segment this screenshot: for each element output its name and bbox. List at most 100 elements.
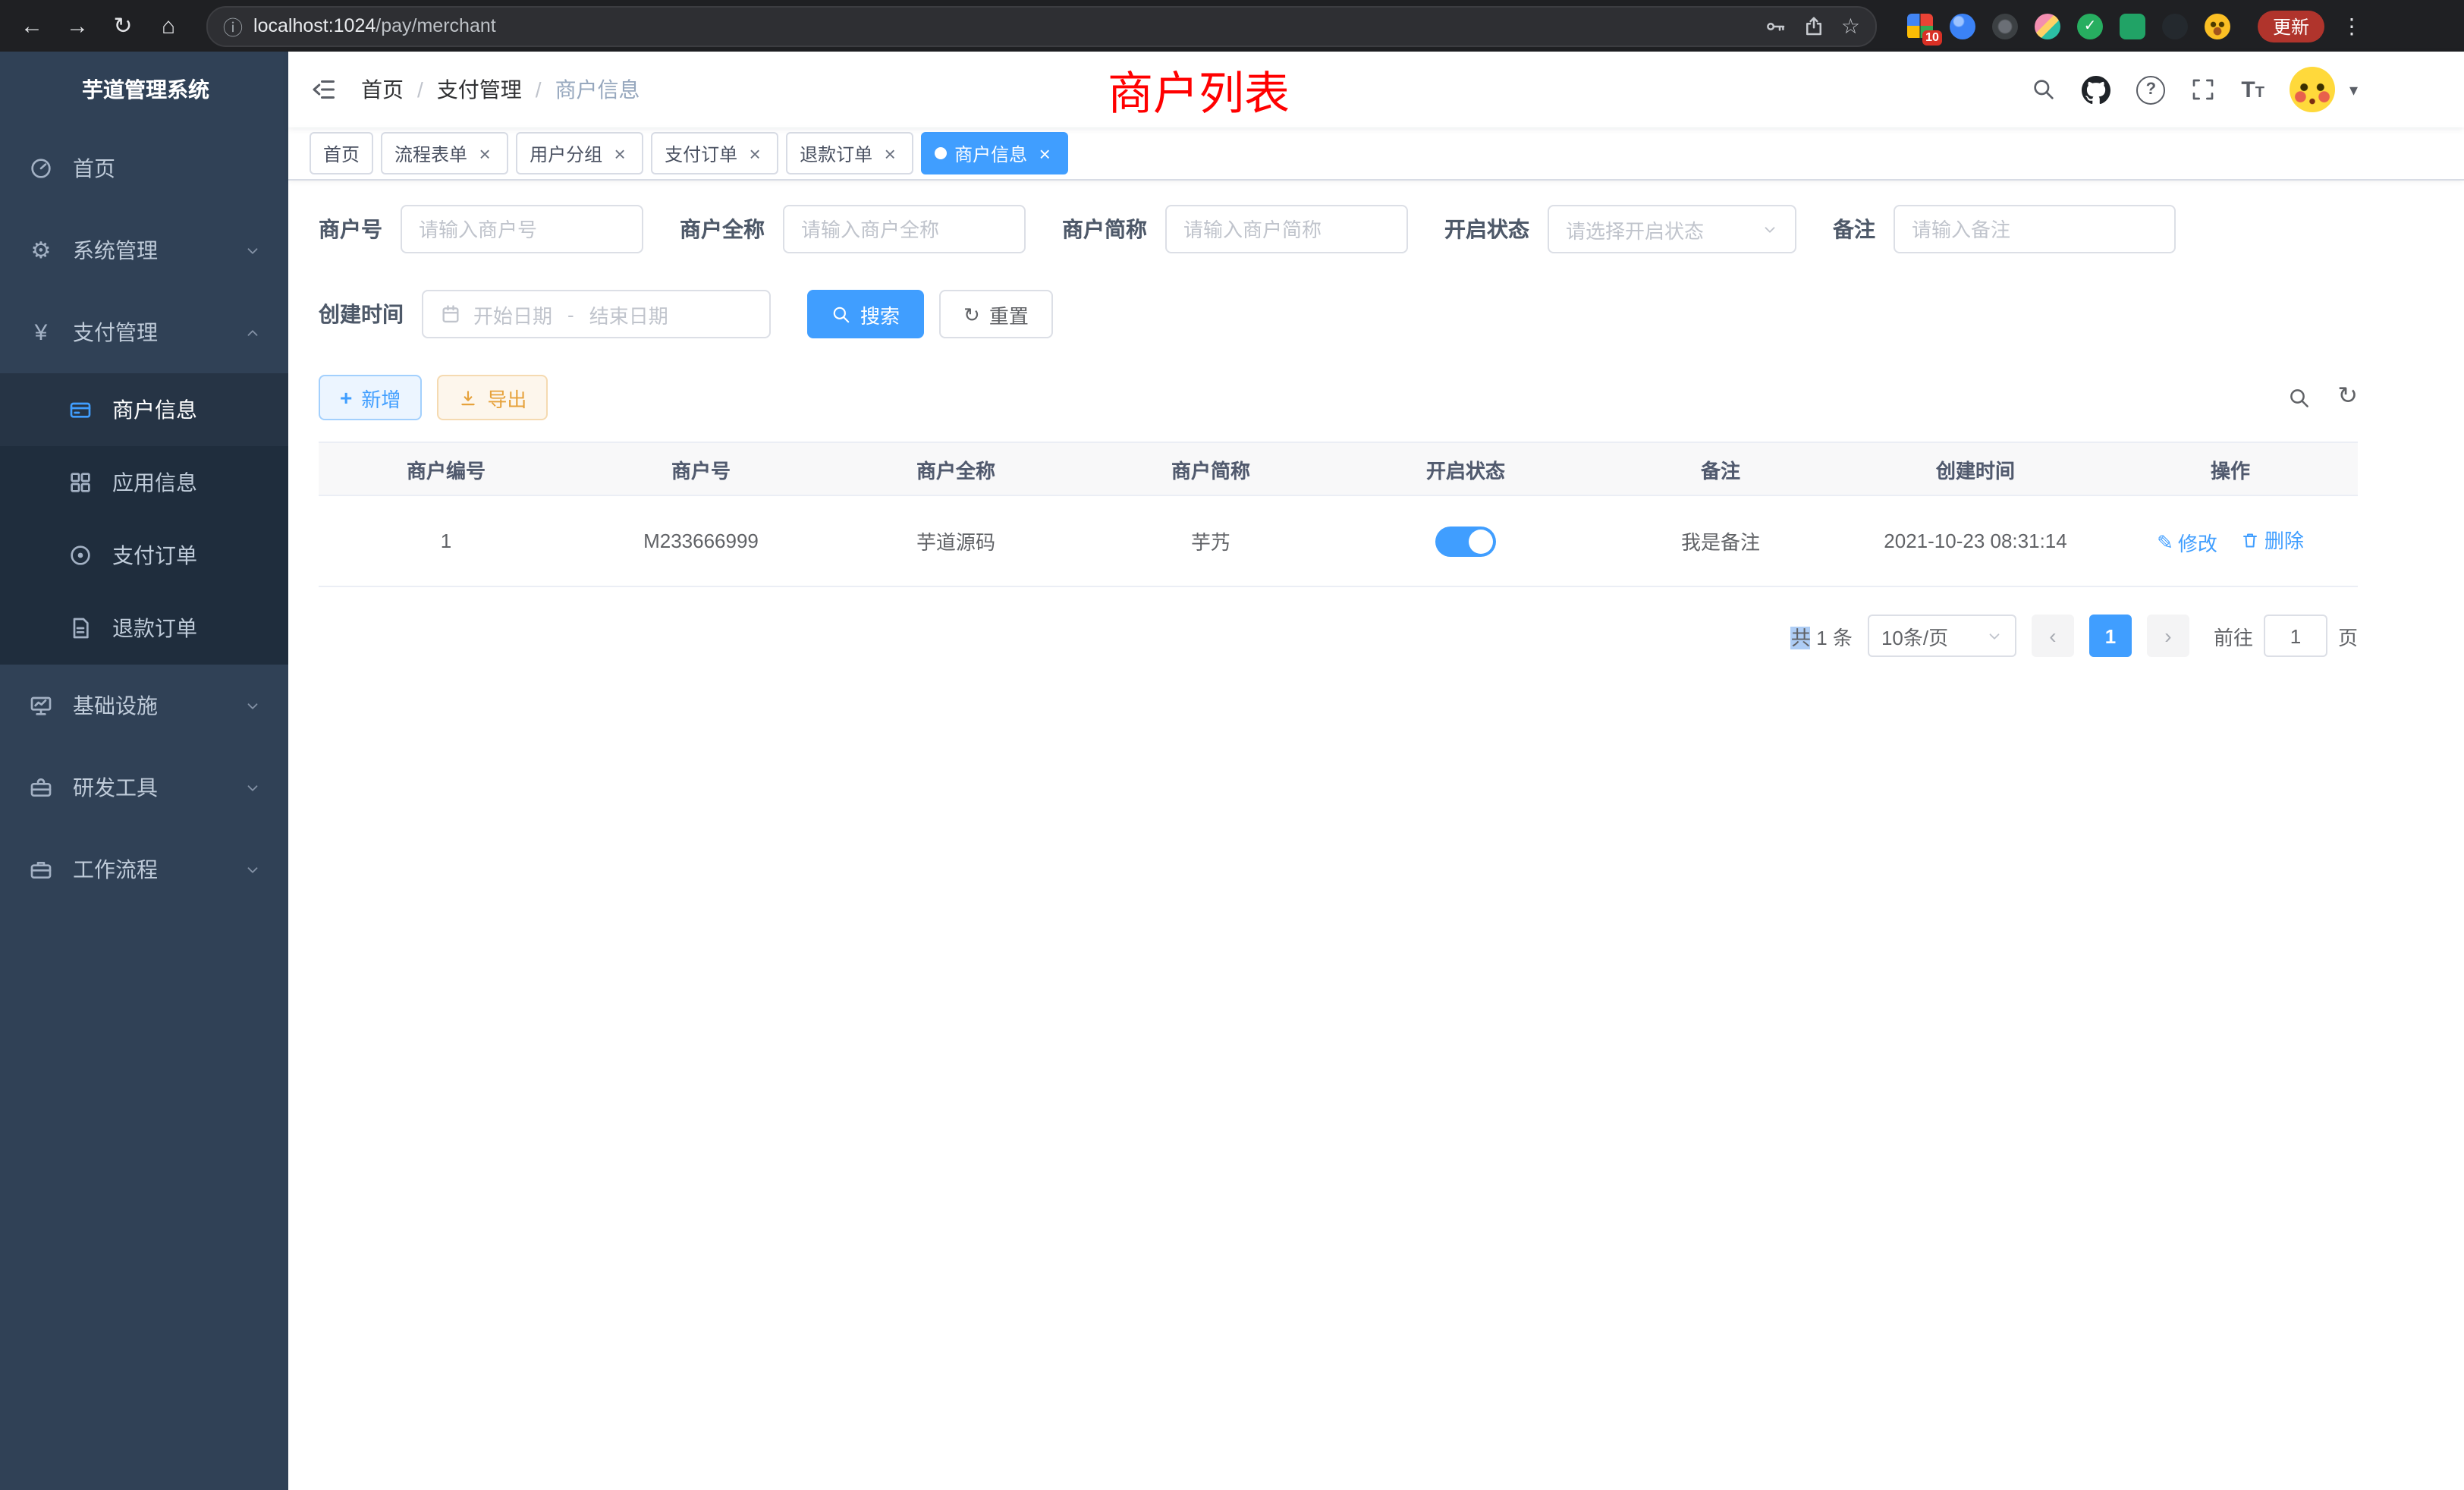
extension-emoji-icon[interactable] (2205, 13, 2230, 39)
extension-git-icon[interactable] (2162, 13, 2188, 39)
breadcrumb-current: 商户信息 (555, 74, 640, 105)
sidebar-item-app-info[interactable]: 应用信息 (0, 446, 288, 519)
page-size-select[interactable]: 10条/页 (1868, 615, 2016, 657)
document-icon (67, 616, 94, 640)
close-icon[interactable]: × (475, 143, 495, 163)
next-page-button[interactable]: › (2147, 615, 2189, 657)
dashboard-icon (27, 156, 55, 181)
sidebar-item-payment[interactable]: ¥ 支付管理 (0, 291, 288, 373)
sidebar-item-label: 研发工具 (73, 772, 158, 803)
remark-input[interactable] (1894, 205, 2176, 253)
status-toggle[interactable] (1435, 526, 1496, 556)
short-name-input[interactable] (1165, 205, 1408, 253)
reset-button[interactable]: ↻ 重置 (939, 290, 1053, 338)
tab-merchant-info[interactable]: 商户信息× (921, 132, 1068, 174)
cell-full-name: 芋道源码 (828, 495, 1083, 586)
top-navbar: 首页 / 支付管理 / 商户信息 商户列表 ? TT ▾ (288, 52, 2464, 127)
goto-page-input[interactable] (2264, 615, 2327, 657)
sidebar-item-pay-orders[interactable]: 支付订单 (0, 519, 288, 592)
prev-page-button[interactable]: ‹ (2032, 615, 2074, 657)
search-button[interactable]: 搜索 (807, 290, 924, 338)
status-select[interactable]: 请选择开启状态 (1548, 205, 1796, 253)
breadcrumb-payment[interactable]: 支付管理 (437, 74, 522, 105)
hamburger-icon[interactable] (310, 76, 337, 103)
close-icon[interactable]: × (745, 143, 765, 163)
col-short-name: 商户简称 (1083, 442, 1338, 495)
sidebar-item-dev-tools[interactable]: 研发工具 (0, 747, 288, 828)
export-button[interactable]: 导出 (437, 375, 548, 420)
sidebar-item-label: 商户信息 (112, 395, 197, 425)
extension-dark-icon[interactable] (1992, 13, 2018, 39)
github-icon[interactable] (2082, 75, 2110, 104)
browser-chrome: ← → ↻ ⌂ ⓘ localhost:1024/pay/merchant ☆ … (0, 0, 2464, 52)
breadcrumb-home[interactable]: 首页 (361, 74, 404, 105)
sidebar-item-refund-orders[interactable]: 退款订单 (0, 592, 288, 665)
tab-process-form[interactable]: 流程表单× (381, 132, 508, 174)
browser-reload-icon[interactable]: ↻ (103, 6, 143, 46)
filter-full-name: 商户全称 (680, 205, 1026, 253)
fullscreen-icon[interactable] (2191, 77, 2215, 102)
tab-user-group[interactable]: 用户分组× (516, 132, 643, 174)
sidebar-item-workflow[interactable]: 工作流程 (0, 828, 288, 910)
close-icon[interactable]: × (1035, 143, 1054, 163)
show-search-icon[interactable] (2287, 386, 2310, 409)
sidebar-item-label: 首页 (73, 153, 115, 184)
date-range-picker[interactable]: 开始日期 - 结束日期 (422, 290, 771, 338)
tab-pay-orders[interactable]: 支付订单× (651, 132, 778, 174)
active-dot (935, 147, 947, 159)
help-icon[interactable]: ? (2136, 75, 2165, 104)
tab-refund-orders[interactable]: 退款订单× (786, 132, 913, 174)
refresh-table-icon[interactable]: ↻ (2337, 385, 2358, 410)
pagination: 共 1 条 10条/页 ‹ 1 › 前往 页 (319, 615, 2358, 657)
table-row: 1 M233666999 芋道源码 芋艿 我是备注 2021-10-23 08:… (319, 495, 2358, 586)
cell-remark: 我是备注 (1593, 495, 1848, 586)
add-button[interactable]: + 新增 (319, 375, 422, 420)
navbar-actions: ? TT ▾ (2032, 67, 2358, 112)
password-key-icon[interactable] (1765, 14, 1788, 37)
search-icon[interactable] (2032, 77, 2056, 102)
sidebar-item-system[interactable]: ⚙ 系统管理 (0, 209, 288, 291)
browser-back-icon[interactable]: ← (12, 6, 52, 46)
tab-home[interactable]: 首页 (310, 132, 373, 174)
bookmark-star-icon[interactable]: ☆ (1841, 13, 1860, 39)
edit-link[interactable]: ✎修改 (2157, 528, 2217, 557)
delete-link[interactable]: 删除 (2242, 525, 2304, 554)
chevron-down-icon (244, 242, 261, 259)
font-size-icon[interactable]: TT (2241, 77, 2264, 102)
sidebar-item-merchant-info[interactable]: 商户信息 (0, 373, 288, 446)
extension-drop-icon[interactable] (1950, 13, 1975, 39)
main-content: 首页 / 支付管理 / 商户信息 商户列表 ? TT ▾ (288, 52, 2464, 1490)
sidebar-item-infrastructure[interactable]: 基础设施 (0, 665, 288, 747)
url-text: localhost:1024/pay/merchant (253, 15, 496, 36)
chevron-down-icon (1986, 627, 2003, 644)
chevron-down-icon (244, 697, 261, 714)
filter-merchant-no: 商户号 (319, 205, 643, 253)
cell-short-name: 芋艿 (1083, 495, 1338, 586)
col-status: 开启状态 (1338, 442, 1593, 495)
filter-label: 商户简称 (1062, 214, 1147, 244)
full-name-input[interactable] (783, 205, 1026, 253)
extension-grid-icon[interactable]: 10 (1907, 13, 1933, 39)
browser-update-button[interactable]: 更新 (2258, 10, 2324, 42)
browser-forward-icon[interactable]: → (58, 6, 97, 46)
plus-icon: + (340, 385, 352, 410)
address-bar[interactable]: ⓘ localhost:1024/pay/merchant ☆ (206, 5, 1877, 46)
date-start-placeholder: 开始日期 (473, 300, 552, 328)
extension-avatar-icon[interactable] (2035, 13, 2060, 39)
browser-home-icon[interactable]: ⌂ (149, 6, 188, 46)
screen: ← → ↻ ⌂ ⓘ localhost:1024/pay/merchant ☆ … (0, 0, 2464, 1490)
close-icon[interactable]: × (610, 143, 630, 163)
sidebar-logo[interactable]: 芋道管理系统 (0, 52, 288, 127)
gear-icon: ⚙ (27, 239, 55, 262)
site-info-icon[interactable]: ⓘ (223, 11, 243, 40)
extension-note-icon[interactable] (2120, 13, 2145, 39)
user-avatar[interactable] (2290, 67, 2336, 112)
extension-check-icon[interactable]: ✓ (2077, 13, 2103, 39)
page-number-1[interactable]: 1 (2089, 615, 2132, 657)
avatar-caret-icon[interactable]: ▾ (2349, 80, 2358, 99)
share-icon[interactable] (1803, 14, 1826, 37)
merchant-no-input[interactable] (401, 205, 643, 253)
sidebar-item-home[interactable]: 首页 (0, 127, 288, 209)
browser-menu-icon[interactable]: ⋮ (2340, 13, 2364, 39)
close-icon[interactable]: × (880, 143, 900, 163)
